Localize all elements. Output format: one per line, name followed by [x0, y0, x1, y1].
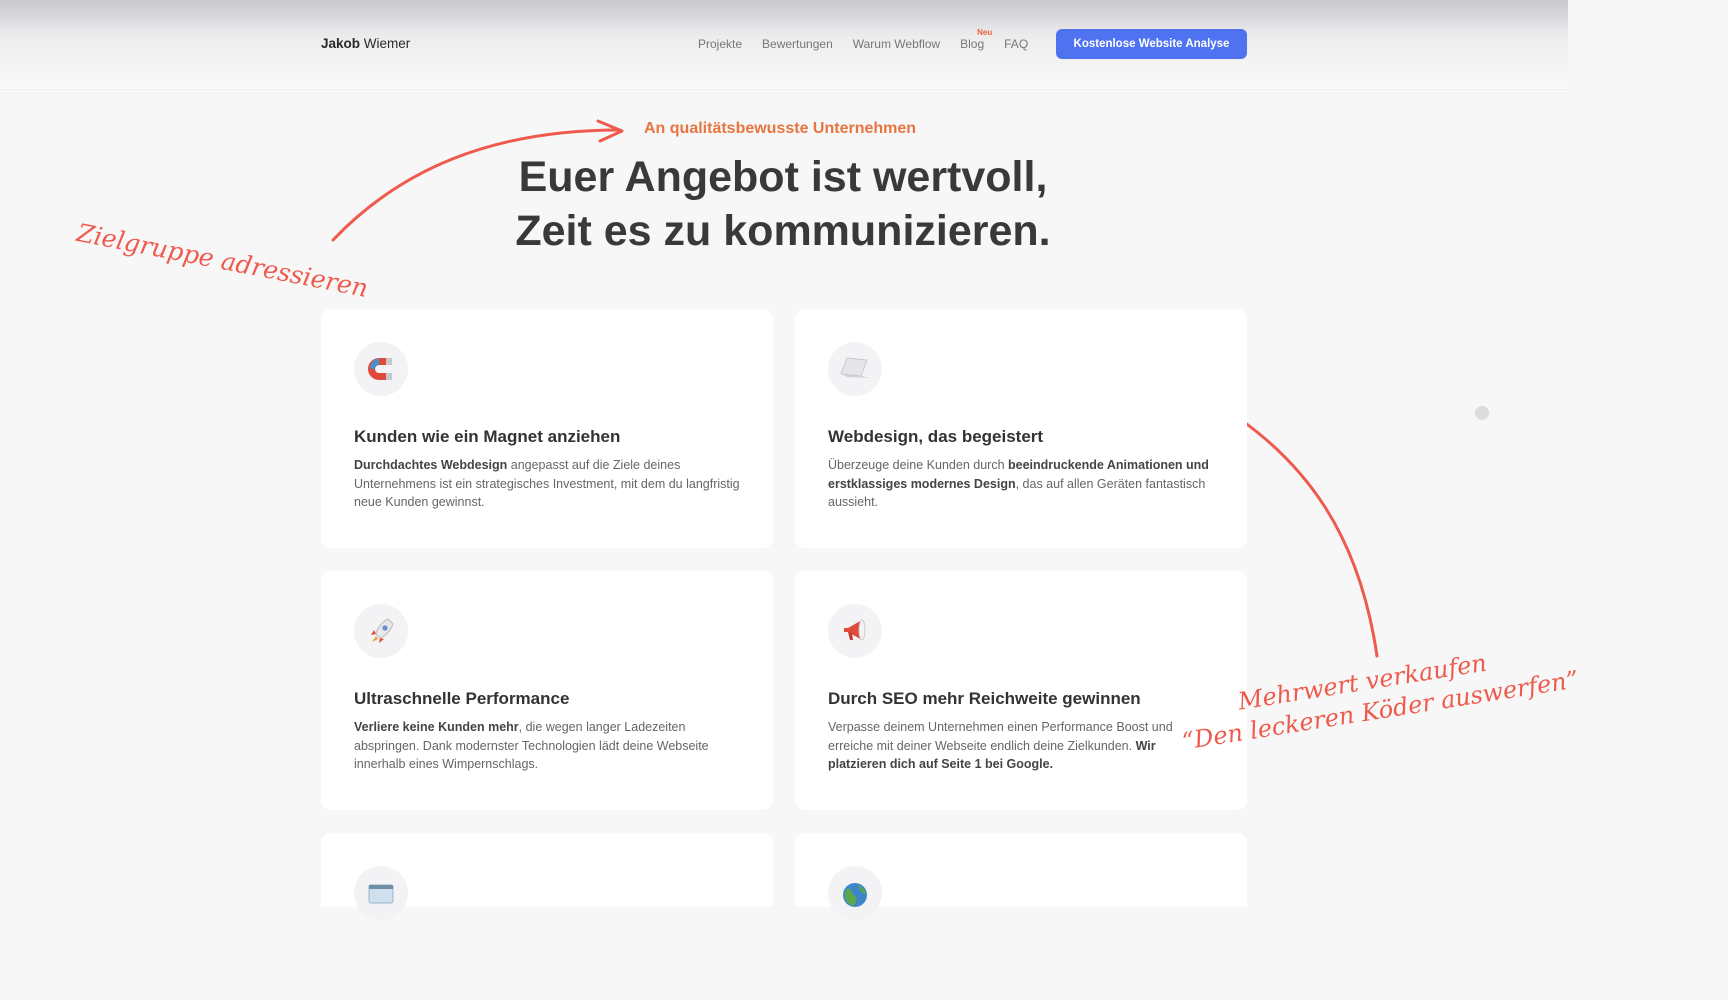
card-body: Verliere keine Kunden mehr, die wegen la…: [354, 718, 742, 774]
nav-link-faq[interactable]: FAQ: [1004, 37, 1028, 51]
feature-card-webdesign: Webdesign, das begeistert Überzeuge dein…: [795, 309, 1247, 548]
nav-link-warum-webflow[interactable]: Warum Webflow: [853, 37, 940, 51]
top-navigation: Jakob Wiemer Projekte Bewertungen Warum …: [0, 0, 1568, 89]
card-title: Ultraschnelle Performance: [354, 689, 570, 708]
scroll-indicator-dot[interactable]: [1475, 406, 1489, 420]
free-website-analysis-button[interactable]: Kostenlose Website Analyse: [1056, 29, 1247, 59]
rocket-icon: [354, 604, 408, 658]
card-title: Kunden wie ein Magnet anziehen: [354, 427, 621, 446]
magnet-icon: [354, 342, 408, 396]
hero-eyebrow: An qualitätsbewusste Unternehmen: [644, 120, 917, 137]
annotation-target-audience: Zielgruppe adressieren: [74, 218, 371, 303]
card-title: Durch SEO mehr Reichweite gewinnen: [828, 689, 1141, 708]
browser-window-icon: [354, 866, 408, 920]
card-body: Verpasse deinem Unternehmen einen Perfor…: [828, 718, 1216, 774]
card-body: Überzeuge deine Kunden durch beeindrucke…: [828, 456, 1216, 512]
feature-card-seo: Durch SEO mehr Reichweite gewinnen Verpa…: [795, 571, 1247, 810]
brand-logo[interactable]: Jakob Wiemer: [321, 36, 410, 51]
brand-last-name: Wiemer: [363, 36, 411, 51]
globe-icon: [828, 866, 882, 920]
feature-card-5: [321, 833, 773, 920]
nav-link-blog[interactable]: Blog Neu: [960, 28, 992, 51]
nav-link-projekte[interactable]: Projekte: [698, 37, 742, 51]
brand-first-name: Jakob: [321, 36, 361, 51]
new-badge: Neu: [977, 28, 993, 37]
nav-links: Projekte Bewertungen Warum Webflow Blog …: [698, 28, 1028, 51]
arrow-left-head: [596, 119, 624, 143]
card-body-bold: Durchdachtes Webdesign: [354, 458, 508, 472]
laptop-icon: [828, 342, 882, 396]
headline-line-2: Zeit es zu kommunizieren.: [515, 207, 1051, 255]
card-body: Durchdachtes Webdesign angepasst auf die…: [354, 456, 742, 512]
megaphone-icon: [828, 604, 882, 658]
hero-headline: Euer Angebot ist wertvoll, Zeit es zu ko…: [460, 150, 1106, 258]
card-body-text: Verpasse deinem Unternehmen einen Perfor…: [828, 720, 1173, 753]
feature-card-6: [795, 833, 1247, 920]
nav-link-blog-label: Blog: [960, 37, 985, 51]
headline-line-1: Euer Angebot ist wertvoll,: [518, 153, 1048, 201]
feature-card-magnet: Kunden wie ein Magnet anziehen Durchdach…: [321, 309, 773, 548]
nav-link-bewertungen[interactable]: Bewertungen: [762, 37, 833, 51]
card-body-bold: Verliere keine Kunden mehr: [354, 720, 519, 734]
feature-card-performance: Ultraschnelle Performance Verliere keine…: [321, 571, 773, 810]
card-body-text: Überzeuge deine Kunden durch: [828, 458, 1008, 472]
card-title: Webdesign, das begeistert: [828, 427, 1044, 446]
